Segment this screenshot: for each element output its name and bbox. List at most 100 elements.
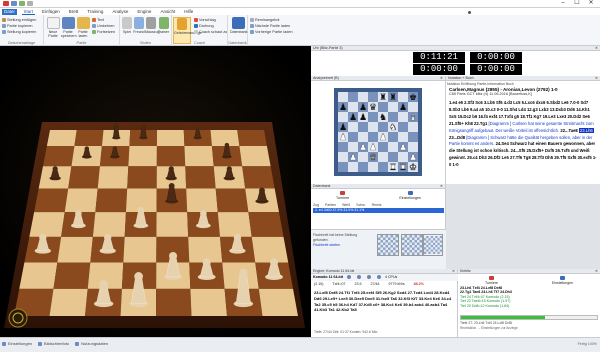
app-logo-icon[interactable] <box>3 1 9 6</box>
load-game-button[interactable]: Partie laden <box>76 17 90 38</box>
moves-block-2[interactable]: 22...Tae8 <box>560 128 577 133</box>
board-square[interactable] <box>68 166 100 189</box>
danger-indicator-button[interactable]: Gefahrenanzeige <box>173 17 202 44</box>
status-screenshot[interactable]: Bildschirmfoto <box>38 341 69 346</box>
board-square[interactable] <box>237 130 267 146</box>
mini-board-piece[interactable]: ♝ <box>409 113 417 123</box>
mini-board-square[interactable] <box>348 122 358 132</box>
mini-board-piece[interactable]: ♜ <box>389 163 397 173</box>
engine-pause-icon[interactable] <box>366 275 371 280</box>
board-square[interactable] <box>242 166 275 189</box>
engine-principal-variation[interactable]: 23.Lxf8 Dxf8 24.Tf1 Txf4 25.exf4 Sf5 26.… <box>314 290 456 330</box>
board-square[interactable] <box>258 288 298 316</box>
preview-board-2[interactable] <box>401 234 423 256</box>
mini-board-square[interactable] <box>338 92 348 102</box>
mini-board-square[interactable] <box>378 152 388 162</box>
mini-chessboard[interactable]: ♜ ♜ ♚♟ ♟ ♛ ♟♟ ♟ ♞ ♝♟ ♞♟ ♟♟ ♟ ♟♟ ♛ ♟♜ ♜ ♚ <box>334 88 422 176</box>
mini-board-piece[interactable]: ♟ <box>409 153 417 163</box>
mini-board-square[interactable] <box>378 102 388 112</box>
flip-button[interactable]: Umkehren <box>92 23 115 28</box>
mini-board-square[interactable] <box>368 122 378 132</box>
database-tab-settings[interactable]: Einstellungen <box>399 191 421 200</box>
mini-board-piece[interactable]: ♜ <box>399 163 407 173</box>
mouse-move-button[interactable]: Mauszug <box>145 17 160 34</box>
mini-board-piece[interactable]: ♜ <box>389 93 397 103</box>
mini-board-piece[interactable]: ♟ <box>349 153 357 163</box>
play-button[interactable]: Spiel <box>121 17 133 34</box>
mini-board-square[interactable] <box>388 102 398 112</box>
board-square[interactable] <box>34 188 69 213</box>
mini-board-square[interactable] <box>358 162 368 172</box>
menu-tab-view[interactable]: Ansicht <box>158 9 177 15</box>
mini-board-square[interactable] <box>408 102 418 112</box>
mini-board-square[interactable] <box>388 112 398 122</box>
mini-board-piece[interactable]: ♟ <box>339 133 347 143</box>
copy-game-button[interactable]: Partie kopieren <box>2 23 33 28</box>
board-square[interactable] <box>64 188 98 213</box>
mini-board-piece[interactable]: ♟ <box>379 133 387 143</box>
mini-board-square[interactable] <box>378 162 388 172</box>
save-icon[interactable] <box>11 1 17 6</box>
mini-board-square[interactable] <box>398 132 408 142</box>
mini-board-square[interactable] <box>388 132 398 142</box>
threat-button[interactable]: Drohung <box>194 23 214 28</box>
mini-board-square[interactable] <box>398 152 408 162</box>
mini-board-piece[interactable]: ♟ <box>369 143 377 153</box>
mini-board-square[interactable] <box>338 142 348 152</box>
mini-board-square[interactable] <box>358 92 368 102</box>
board-square[interactable] <box>57 236 93 263</box>
mini-board-piece[interactable]: ♚ <box>409 93 417 103</box>
mini-board-square[interactable] <box>348 92 358 102</box>
notation-tabs[interactable]: Notation Eröffnung Partie-Information Bu… <box>447 82 514 86</box>
mini-board-piece[interactable]: ♜ <box>379 93 387 103</box>
board-square[interactable] <box>95 188 128 213</box>
mini-board-square[interactable] <box>358 152 368 162</box>
kibitzer-tab-tournaments[interactable]: Turniere <box>485 275 498 285</box>
continue-button[interactable]: Fortsetzen <box>92 29 115 34</box>
close-panel-icon[interactable]: ✕ <box>595 46 598 50</box>
paste-position-button[interactable]: Stellung einfügen <box>2 17 36 22</box>
coach-watches-button[interactable]: Coach schaut zu <box>194 29 227 34</box>
suggestion-button[interactable]: Vorschlag <box>194 17 216 22</box>
mini-board-square[interactable] <box>348 132 358 142</box>
engine-minus-icon[interactable] <box>356 275 361 280</box>
close-button[interactable]: ✕ <box>584 0 598 7</box>
mini-board-square[interactable] <box>398 92 408 102</box>
save-game-button[interactable]: Partie speichern <box>61 17 77 38</box>
board-square[interactable] <box>239 145 271 167</box>
mini-board-square[interactable] <box>368 162 378 172</box>
mini-board-square[interactable] <box>348 102 358 112</box>
board-square[interactable] <box>190 288 227 316</box>
trainer-button[interactable]: Trainer <box>157 17 170 34</box>
menu-tab-help[interactable]: Hilfe <box>182 9 195 15</box>
kibitzer-tab-settings[interactable]: Einstellungen <box>552 275 573 285</box>
board-square[interactable] <box>123 236 157 263</box>
board-square[interactable] <box>215 188 249 213</box>
maximize-button[interactable]: ☐ <box>570 0 584 7</box>
mini-board-square[interactable] <box>338 162 348 172</box>
mini-board-piece[interactable]: ♟ <box>339 123 347 133</box>
close-panel-icon[interactable]: ✕ <box>595 269 598 273</box>
close-panel-icon[interactable]: ✕ <box>440 76 443 80</box>
menu-tab-training[interactable]: Training <box>85 9 105 15</box>
mini-board-square[interactable] <box>398 112 408 122</box>
board-square[interactable] <box>156 288 192 316</box>
moves-block-3[interactable]: 23...Dd8 <box>449 135 465 140</box>
text-button[interactable]: Text <box>92 17 104 22</box>
mini-board-piece[interactable]: ♛ <box>369 103 377 113</box>
mini-board-square[interactable] <box>388 152 398 162</box>
close-panel-icon[interactable]: ✕ <box>440 184 443 188</box>
mini-board-square[interactable] <box>378 142 388 152</box>
mini-board-square[interactable] <box>368 112 378 122</box>
board-square[interactable] <box>42 145 75 167</box>
mini-board-square[interactable] <box>358 122 368 132</box>
table-row[interactable]: 1. e4 3400 37.9% 31.0% 31.1% <box>313 208 444 213</box>
status-settings[interactable]: Einstellungen <box>2 341 32 346</box>
mini-board-square[interactable] <box>368 132 378 142</box>
mini-board-square[interactable] <box>348 162 358 172</box>
copy-position-button[interactable]: Stellung kopieren <box>2 29 36 34</box>
mini-board-piece[interactable]: ♟ <box>399 143 407 153</box>
mini-board-square[interactable] <box>358 132 368 142</box>
mini-board-square[interactable] <box>368 92 378 102</box>
mini-board-piece[interactable]: ♟ <box>399 103 407 113</box>
